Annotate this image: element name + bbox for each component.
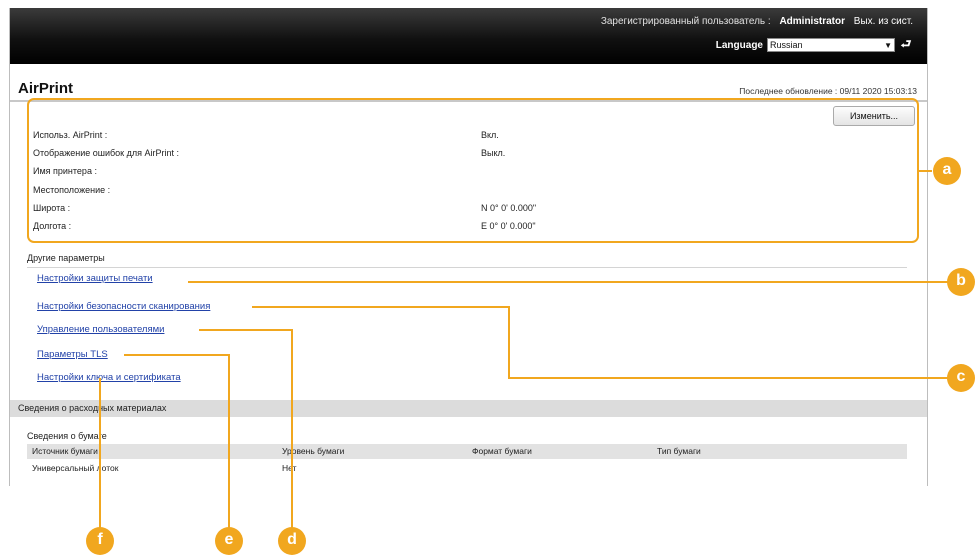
setting-label: Отображение ошибок для AirPrint : — [33, 148, 179, 158]
setting-row: Местоположение : — [33, 185, 913, 201]
other-settings-heading: Другие параметры — [27, 253, 907, 268]
setting-row: Широта : N 0° 0' 0.000" — [33, 203, 913, 219]
setting-value: Вкл. — [481, 130, 499, 140]
setting-label: Имя принтера : — [33, 166, 97, 176]
callout-f: f — [86, 527, 114, 555]
top-bar: Зарегистрированный пользователь : Admini… — [10, 8, 927, 64]
language-label: Language — [715, 39, 763, 51]
chevron-down-icon: ▼ — [884, 40, 892, 50]
callout-c: c — [947, 364, 975, 392]
setting-value: Выкл. — [481, 148, 506, 158]
link-tls-settings[interactable]: Параметры TLS — [37, 349, 108, 360]
setting-row: Долгота : E 0° 0' 0.000" — [33, 221, 913, 237]
setting-value: E 0° 0' 0.000" — [481, 221, 536, 231]
user-label: Зарегистрированный пользователь : — [600, 16, 771, 27]
column-header: Формат бумаги — [472, 446, 532, 456]
link-print-security[interactable]: Настройки защиты печати — [37, 273, 153, 284]
callout-e: e — [215, 527, 243, 555]
link-scan-security[interactable]: Настройки безопасности сканирования — [37, 301, 210, 312]
setting-row: Использ. AirPrint : Вкл. — [33, 130, 913, 146]
column-header: Уровень бумаги — [282, 446, 345, 456]
column-header: Тип бумаги — [657, 446, 701, 456]
setting-value: N 0° 0' 0.000" — [481, 203, 537, 213]
paper-info-heading: Сведения о бумаге — [27, 431, 107, 441]
column-header: Источник бумаги — [32, 446, 98, 456]
setting-row: Отображение ошибок для AirPrint : Выкл. — [33, 148, 913, 164]
setting-label: Использ. AirPrint : — [33, 130, 108, 140]
setting-label: Долгота : — [33, 221, 72, 231]
setting-label: Местоположение : — [33, 185, 111, 195]
language-selector-row: Language Russian ▼ ⮐ — [716, 36, 913, 54]
setting-row: Имя принтера : — [33, 166, 913, 182]
logout-link[interactable]: Вых. из сист. — [854, 16, 913, 27]
callout-d: d — [278, 527, 306, 555]
supplies-heading: Сведения о расходных материалах — [10, 400, 927, 417]
language-value: Russian — [770, 40, 803, 50]
last-update: Последнее обновление : 09/11 2020 15:03:… — [739, 86, 917, 96]
title-row: AirPrint Последнее обновление : 09/11 20… — [10, 64, 927, 102]
callout-a: a — [933, 157, 961, 185]
table-row: Универсальный лоток Нет — [27, 460, 907, 476]
table-cell: Нет — [282, 463, 297, 473]
edit-button[interactable]: Изменить... — [833, 106, 915, 126]
user-status: Зарегистрированный пользователь : Admini… — [601, 16, 913, 27]
table-cell: Универсальный лоток — [32, 463, 119, 473]
link-key-certificate[interactable]: Настройки ключа и сертификата — [37, 372, 181, 383]
setting-label: Широта : — [33, 203, 71, 213]
table-header: Источник бумаги Уровень бумаги Формат бу… — [27, 444, 907, 459]
callout-b: b — [947, 268, 975, 296]
language-select[interactable]: Russian ▼ — [767, 38, 895, 52]
remote-ui-screen: Зарегистрированный пользователь : Admini… — [9, 8, 928, 486]
user-name: Administrator — [779, 16, 846, 27]
page-title: AirPrint — [18, 80, 74, 97]
link-user-management[interactable]: Управление пользователями — [37, 324, 164, 335]
apply-language-icon[interactable]: ⮐ — [899, 35, 913, 56]
